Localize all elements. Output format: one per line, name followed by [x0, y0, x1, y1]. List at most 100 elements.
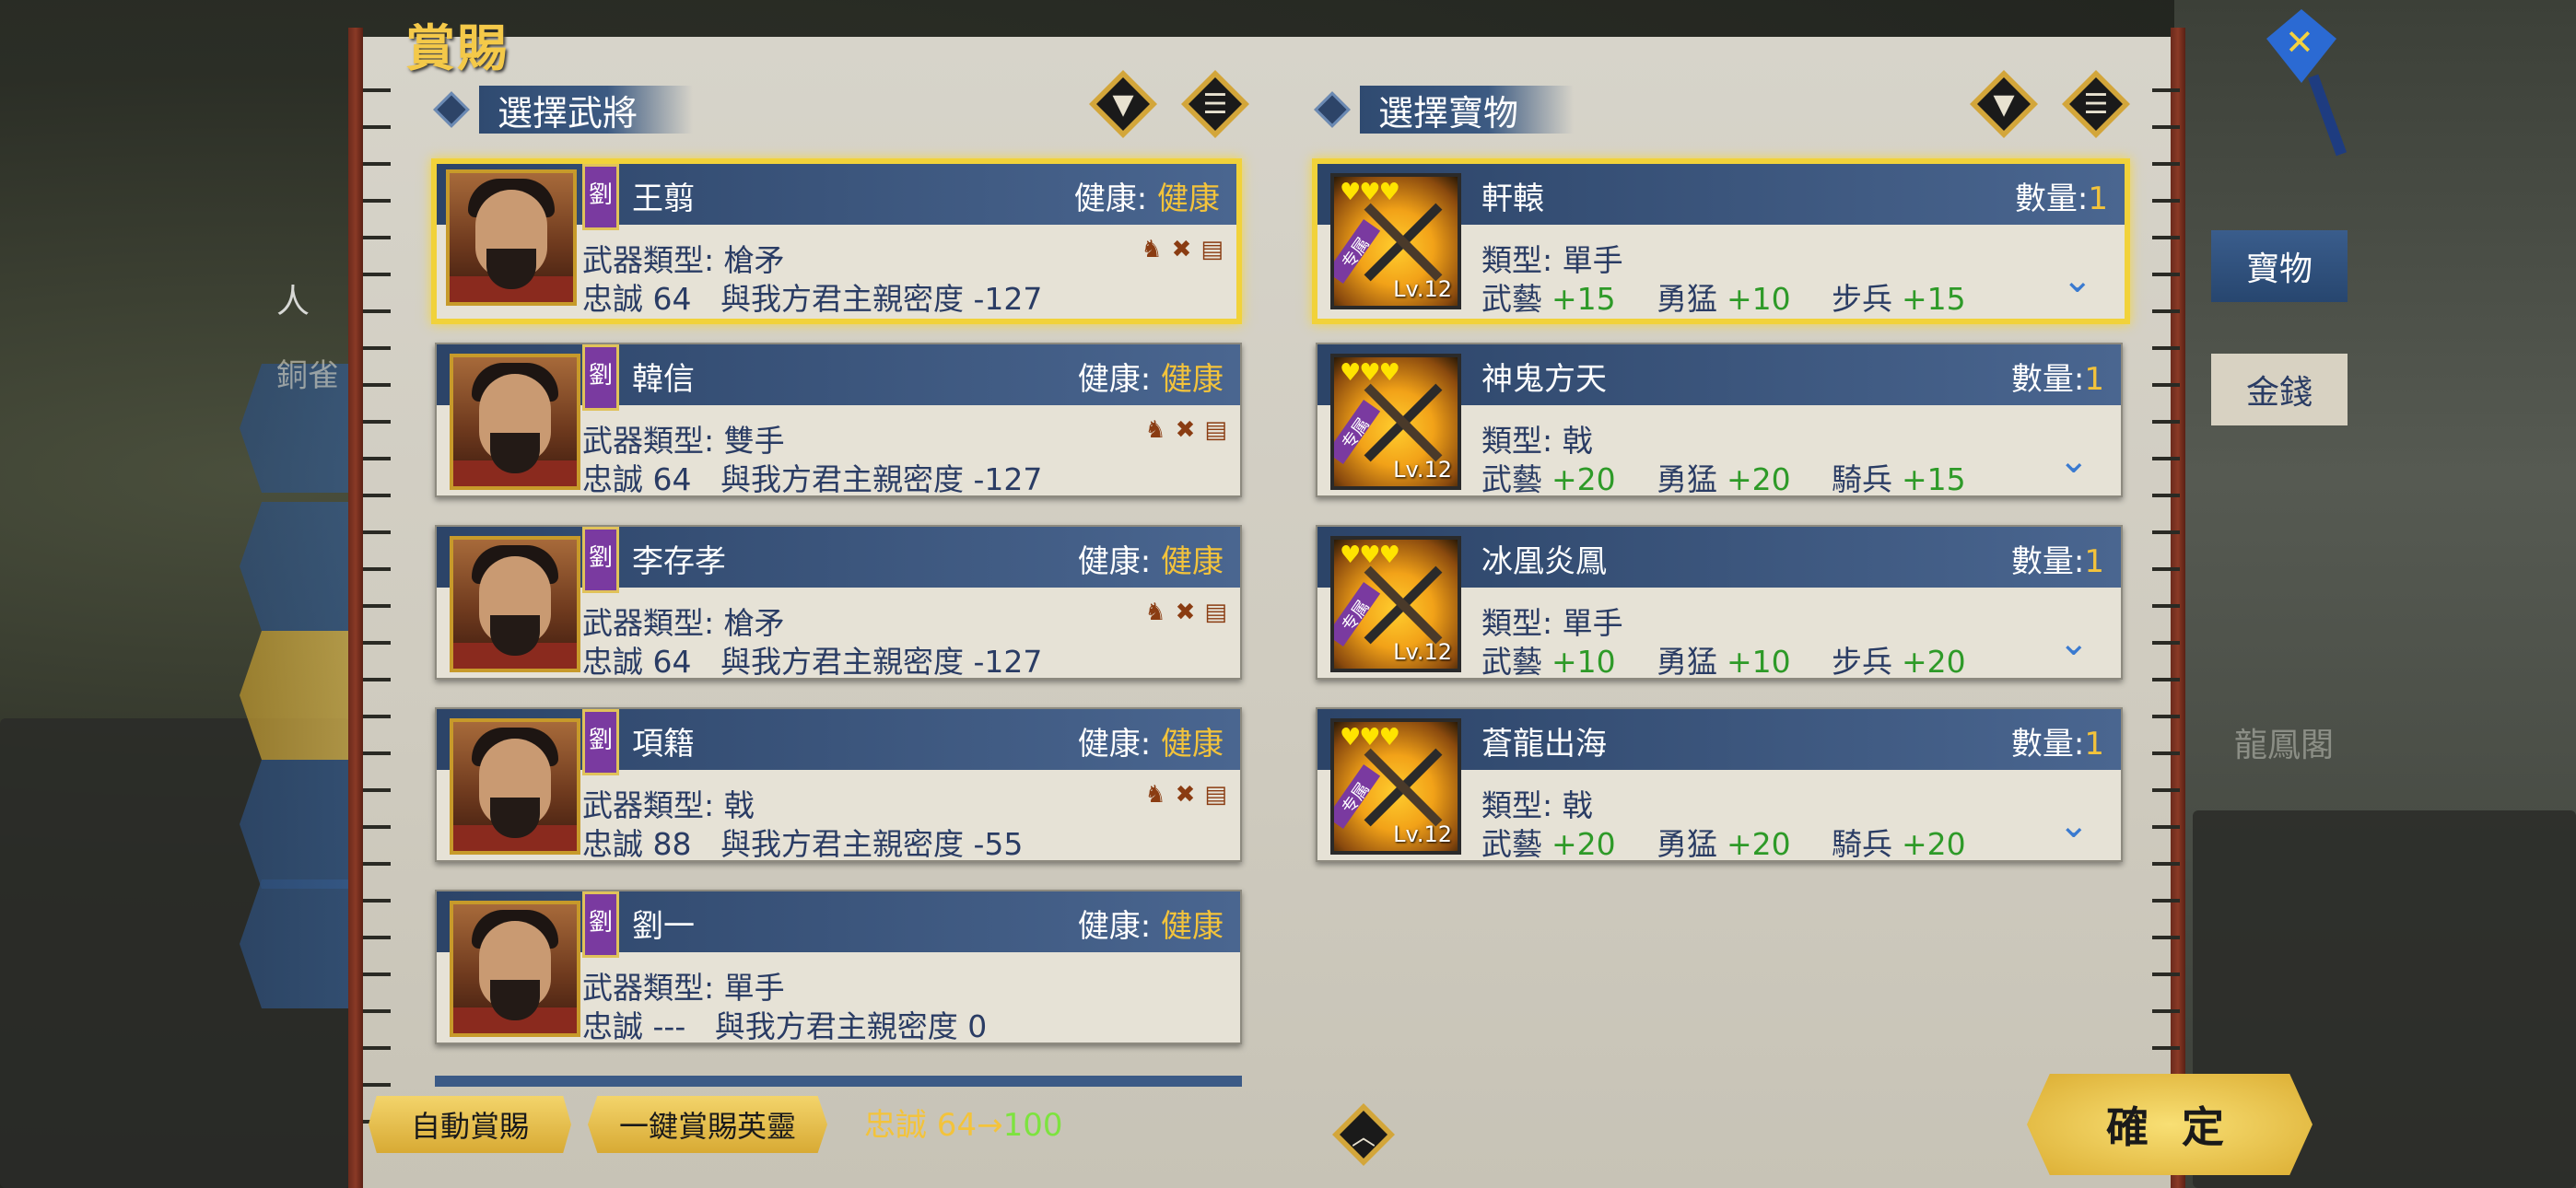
intimacy-label: 與我方君主親密度: [720, 461, 964, 497]
treasures-section-label: 選擇寶物: [1360, 86, 1575, 134]
treasure-card[interactable]: ♥♥♥ 专属 Lv.12 軒轅 數量:1 類型: 單手 武藝 +15 勇猛 +10 步兵…: [1312, 158, 2130, 324]
treasure-stat: 步兵 +20: [1832, 637, 2007, 681]
heart-rating-icon: ♥♥♥: [1340, 724, 1400, 751]
general-name: 項籍: [632, 726, 695, 763]
treasures-sort-button[interactable]: ☰: [2062, 70, 2130, 138]
type-value: 單手: [1562, 605, 1623, 641]
weapon-type-value: 槍矛: [723, 242, 785, 278]
treasure-level: Lv.12: [1393, 276, 1452, 302]
weapon-type-value: 戟: [723, 787, 755, 823]
panel-border-right: [2152, 55, 2180, 1124]
quantity-value: 1: [2084, 726, 2104, 763]
quantity-value: 1: [2084, 361, 2104, 398]
background-faded-label: 龍鳳閣: [2234, 727, 2335, 764]
loyalty-intimacy: 忠誠 88 與我方君主親密度 -55: [582, 820, 1023, 864]
scroll-icon: ▤: [1200, 236, 1224, 263]
chevron-down-icon[interactable]: ⌄: [2058, 442, 2091, 479]
stat-value: +20: [1551, 461, 1616, 497]
weapon-type-value: 槍矛: [723, 605, 785, 641]
tab-treasure[interactable]: 寶物: [2211, 230, 2348, 302]
horse-icon: ♞: [1144, 599, 1166, 626]
chevron-down-icon[interactable]: ⌄: [2062, 262, 2095, 298]
general-card[interactable]: 劉 劉一 健康: 健康 武器類型: 單手 忠誠 --- 與我方君主親密度 0: [435, 890, 1242, 1044]
weapon-type-value: 單手: [723, 970, 785, 1006]
chevron-down-icon[interactable]: ⌄: [2058, 624, 2091, 661]
general-card[interactable]: 劉 王翦 健康: 健康 武器類型: 槍矛 忠誠 64 與我方君主親密度 -127…: [431, 158, 1242, 324]
tab-money[interactable]: 金錢: [2211, 354, 2348, 425]
page-title: 賞賜: [405, 19, 509, 77]
general-card[interactable]: 劉 項籍 健康: 健康 武器類型: 戟 忠誠 88 與我方君主親密度 -55 ♞…: [435, 707, 1242, 862]
auto-reward-button[interactable]: 自動賞賜: [369, 1096, 571, 1153]
weapon-type-label: 武器類型:: [582, 605, 715, 641]
crossed-weapons-icon: ✖: [1171, 236, 1192, 263]
health-value: 健康: [1161, 543, 1224, 580]
one-key-reward-button[interactable]: 一鍵賞賜英靈: [588, 1096, 827, 1153]
treasure-stats: 武藝 +15 勇猛 +10 步兵 +15: [1481, 274, 2007, 319]
confirm-button[interactable]: 確 定: [2027, 1074, 2313, 1175]
treasure-stats: 武藝 +20 勇猛 +20 騎兵 +20: [1481, 820, 2007, 864]
skill-icons: ♞ ✖ ▤: [1144, 599, 1227, 626]
health-label: 健康:: [1077, 543, 1152, 580]
generals-filter-button[interactable]: ▼: [1089, 70, 1157, 138]
background-tab-label: 人: [276, 283, 310, 320]
intimacy-value: -127: [973, 644, 1043, 680]
stat-value: +15: [1902, 281, 1966, 317]
intimacy-value: -127: [973, 281, 1043, 317]
generals-sort-button[interactable]: ☰: [1181, 70, 1249, 138]
crossed-weapons-icon: ✖: [1175, 599, 1196, 626]
faction-banner: 劉: [582, 709, 619, 775]
treasure-stat: 武藝 +15: [1481, 274, 1657, 319]
general-card[interactable]: 劉 韓信 健康: 健康 武器類型: 雙手 忠誠 64 與我方君主親密度 -127…: [435, 343, 1242, 497]
type-value: 戟: [1562, 423, 1593, 459]
generals-section-header: 選擇武將: [433, 85, 694, 134]
stat-name: 勇猛: [1657, 461, 1717, 497]
treasure-type: 類型: 單手: [1481, 599, 1623, 643]
general-portrait: [450, 354, 580, 490]
treasure-stat: 騎兵 +20: [1832, 820, 2007, 864]
health-label: 健康:: [1077, 361, 1152, 398]
general-card-partial: [435, 1076, 1242, 1087]
treasure-stat: 勇猛 +10: [1657, 274, 1832, 319]
stat-value: +10: [1727, 281, 1791, 317]
pin-icon[interactable]: ✕: [2266, 9, 2348, 157]
treasure-card[interactable]: ♥♥♥ 专属 Lv.12 蒼龍出海 數量:1 類型: 戟 武藝 +20 勇猛 +20 騎…: [1316, 707, 2123, 862]
general-portrait: [450, 718, 580, 855]
general-card[interactable]: 劉 李存孝 健康: 健康 武器類型: 槍矛 忠誠 64 與我方君主親密度 -12…: [435, 525, 1242, 680]
loyalty-intimacy: 忠誠 64 與我方君主親密度 -127: [582, 455, 1042, 499]
type-label: 類型:: [1481, 787, 1553, 823]
list-icon: ☰: [2069, 77, 2123, 131]
loyalty-value: 64: [652, 461, 692, 497]
general-health: 健康: 健康: [1078, 718, 1224, 763]
chevron-down-icon[interactable]: ⌄: [2058, 807, 2091, 844]
health-value: 健康: [1161, 361, 1224, 398]
treasure-stat: 勇猛 +20: [1657, 455, 1832, 499]
faction-banner: 劉: [582, 891, 619, 958]
stat-name: 勇猛: [1657, 644, 1717, 680]
treasure-stat: 騎兵 +15: [1832, 455, 2007, 499]
stat-name: 武藝: [1481, 826, 1542, 862]
expand-button[interactable]: ︿: [1332, 1103, 1395, 1166]
treasure-card[interactable]: ♥♥♥ 专属 Lv.12 神鬼方天 數量:1 類型: 戟 武藝 +20 勇猛 +20 騎…: [1316, 343, 2123, 497]
horse-icon: ♞: [1144, 781, 1166, 809]
loyalty-label: 忠誠: [582, 644, 643, 680]
diamond-icon: [433, 91, 470, 128]
weapon-type: 武器類型: 單手: [582, 963, 785, 1007]
treasure-icon: ♥♥♥ 专属 Lv.12: [1330, 354, 1461, 490]
intimacy-label: 與我方君主親密度: [720, 826, 964, 862]
treasure-stat: 步兵 +15: [1832, 274, 2007, 319]
heart-rating-icon: ♥♥♥: [1340, 542, 1400, 569]
weapon-type: 武器類型: 戟: [582, 781, 755, 825]
treasure-card[interactable]: ♥♥♥ 专属 Lv.12 冰凰炎鳳 數量:1 類型: 單手 武藝 +10 勇猛 +10…: [1316, 525, 2123, 680]
crossed-weapons-icon: ✖: [1175, 781, 1196, 809]
health-label: 健康:: [1077, 908, 1152, 945]
loyalty-preview: 忠誠 64→100: [864, 1100, 1062, 1145]
stat-name: 勇猛: [1657, 281, 1717, 317]
weapon-type-label: 武器類型:: [582, 423, 715, 459]
stat-value: +20: [1727, 461, 1791, 497]
type-value: 戟: [1562, 787, 1593, 823]
treasures-filter-button[interactable]: ▼: [1970, 70, 2038, 138]
chevron-up-icon: ︿: [1340, 1111, 1388, 1159]
scroll-icon: ▤: [1204, 599, 1227, 626]
general-name: 韓信: [632, 361, 695, 398]
general-portrait: [450, 901, 580, 1037]
